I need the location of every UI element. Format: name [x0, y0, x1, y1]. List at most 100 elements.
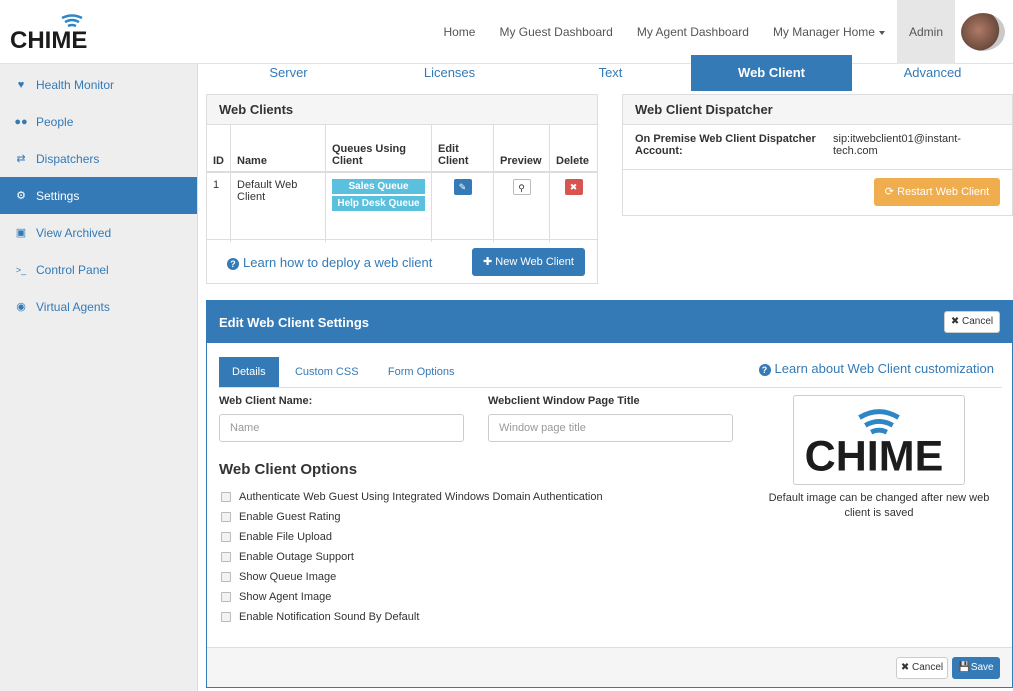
svg-text:CHIME: CHIME: [10, 27, 87, 52]
option-label: Show Agent Image: [239, 591, 332, 603]
web-clients-panel: Web Clients ID Name Queues Using Client …: [206, 94, 598, 284]
tab-web-client[interactable]: Web Client: [691, 55, 852, 91]
sidebar-item-view-archived[interactable]: ▣ View Archived: [0, 214, 197, 251]
option-row[interactable]: Show Agent Image: [221, 587, 603, 607]
checkbox[interactable]: [221, 492, 231, 502]
table-header-row: ID Name Queues Using Client Edit Client …: [207, 125, 597, 173]
web-client-name-input[interactable]: Name: [219, 414, 464, 442]
checkbox[interactable]: [221, 512, 231, 522]
sidebar-item-people[interactable]: ●● People: [0, 103, 197, 140]
sidebar-item-label: Settings: [36, 188, 80, 203]
panel-title: Web Client Dispatcher: [623, 95, 1012, 125]
refresh-icon: ⟳: [884, 186, 898, 198]
image-caption: Default image can be changed after new w…: [768, 492, 990, 519]
options-list: Authenticate Web Guest Using Integrated …: [221, 487, 603, 627]
heartbeat-icon: ♥: [17, 78, 25, 91]
dispatcher-account: sip:itwebclient01@instant-tech.com: [833, 133, 961, 157]
option-row[interactable]: Show Queue Image: [221, 567, 603, 587]
close-icon[interactable]: ✖: [564, 179, 583, 195]
edit-body: Details Custom CSS Form Options ? Learn a…: [207, 343, 1012, 647]
dispatcher-row: On Premise Web Client Dispatcher Account…: [623, 125, 1012, 169]
tab-server[interactable]: Server: [208, 55, 369, 91]
close-icon: ✖: [950, 316, 963, 327]
tab-advanced[interactable]: Advanced: [852, 55, 1013, 91]
table-row: 1 Default Web Client Sales Queue Help De…: [207, 172, 597, 242]
option-label: Show Queue Image: [239, 571, 337, 583]
option-label: Authenticate Web Guest Using Integrated …: [239, 491, 603, 503]
sidebar-item-settings[interactable]: ⚙ Settings: [0, 177, 197, 214]
tab-text[interactable]: Text: [530, 55, 691, 91]
search-icon[interactable]: ⚲: [512, 179, 531, 195]
cancel-label: Cancel: [962, 316, 994, 327]
queue-badge[interactable]: Sales Queue: [332, 179, 425, 194]
learn-customization-label: Learn about Web Client customization: [774, 361, 994, 376]
sidebar-item-label: People: [36, 114, 74, 129]
sidebar-item-label: Dispatchers: [36, 151, 100, 166]
save-icon: 💾: [958, 662, 971, 673]
new-web-client-label: New Web Client: [495, 256, 574, 268]
option-row[interactable]: Enable Guest Rating: [221, 507, 603, 527]
web-clients-footer: ? Learn how to deploy a web client ✚ New …: [207, 239, 597, 284]
checkbox[interactable]: [221, 552, 231, 562]
option-label: Enable File Upload: [239, 531, 332, 543]
save-label: Save: [970, 662, 994, 673]
cell-preview: ⚲: [493, 172, 550, 242]
checkbox[interactable]: [221, 532, 231, 542]
cancel-button[interactable]: ✖ Cancel: [944, 311, 1000, 333]
users-icon: ●●: [14, 115, 28, 128]
web-client-name-label: Web Client Name:: [219, 395, 313, 407]
sidebar-item-label: View Archived: [36, 225, 112, 240]
edit-web-client-panel: Edit Web Client Settings ✖ Cancel Detail…: [206, 300, 1013, 688]
cogs-icon: ⚙: [16, 190, 26, 202]
subtab-custom-css[interactable]: Custom CSS: [282, 357, 372, 387]
tab-licenses[interactable]: Licenses: [369, 55, 530, 91]
option-label: Enable Outage Support: [239, 551, 354, 563]
chime-logo[interactable]: CHIME: [10, 12, 96, 52]
svg-text:CHIME: CHIME: [805, 432, 944, 480]
col-queues: Queues Using Client: [325, 125, 432, 173]
cell-id: 1: [207, 172, 231, 242]
chevron-down-icon: [878, 30, 885, 35]
sidebar-item-control-panel[interactable]: >_ Control Panel: [0, 251, 197, 288]
page-title-input[interactable]: Window page title: [488, 414, 733, 442]
restart-label: Restart Web Client: [897, 186, 990, 198]
edit-panel-title: Edit Web Client Settings: [219, 314, 369, 330]
edit-footer: ✖ Cancel 💾Save: [207, 647, 1012, 687]
option-label: Enable Guest Rating: [239, 511, 341, 523]
option-row[interactable]: Enable Outage Support: [221, 547, 603, 567]
save-button[interactable]: 💾Save: [952, 657, 1000, 679]
subtab-form-options[interactable]: Form Options: [375, 357, 468, 387]
cell-name: Default Web Client: [230, 172, 326, 242]
option-row[interactable]: Enable Notification Sound By Default: [221, 607, 603, 627]
avatar[interactable]: [961, 13, 1005, 51]
sidebar: ♥ Health Monitor ●● People ⇄ Dispatchers…: [0, 64, 198, 691]
sidebar-item-virtual-agents[interactable]: ◉ Virtual Agents: [0, 288, 197, 325]
checkbox[interactable]: [221, 572, 231, 582]
learn-customization-link[interactable]: ? Learn about Web Client customization: [758, 361, 994, 376]
option-label: Enable Notification Sound By Default: [239, 611, 420, 623]
panel-title: Web Clients: [207, 95, 597, 125]
col-edit: Edit Client: [431, 125, 494, 173]
restart-web-client-button[interactable]: ⟳ Restart Web Client: [874, 178, 1000, 206]
cancel-button-bottom[interactable]: ✖ Cancel: [896, 657, 948, 679]
sidebar-item-label: Control Panel: [36, 262, 109, 277]
option-row[interactable]: Authenticate Web Guest Using Integrated …: [221, 487, 603, 507]
settings-tabs: Server Licenses Text Web Client Advanced: [208, 55, 1013, 91]
col-delete: Delete: [549, 125, 597, 173]
learn-deploy-link[interactable]: ? Learn how to deploy a web client: [227, 255, 432, 270]
subtab-details[interactable]: Details: [219, 357, 279, 387]
exchange-icon: ⇄: [16, 153, 26, 165]
nav-manager-home-label: My Manager Home: [772, 25, 875, 39]
new-web-client-button[interactable]: ✚ New Web Client: [472, 248, 585, 276]
queue-badge[interactable]: Help Desk Queue: [332, 196, 425, 211]
dispatcher-footer: ⟳ Restart Web Client: [623, 169, 1012, 215]
checkbox[interactable]: [221, 592, 231, 602]
option-row[interactable]: Enable File Upload: [221, 527, 603, 547]
cell-queues: Sales Queue Help Desk Queue: [325, 172, 432, 242]
sidebar-item-dispatchers[interactable]: ⇄ Dispatchers: [0, 140, 197, 177]
checkbox[interactable]: [221, 612, 231, 622]
edit-icon[interactable]: ✎: [453, 179, 472, 195]
sidebar-item-health-monitor[interactable]: ♥ Health Monitor: [0, 66, 197, 103]
col-preview: Preview: [493, 125, 550, 173]
archive-icon: ▣: [15, 227, 27, 239]
